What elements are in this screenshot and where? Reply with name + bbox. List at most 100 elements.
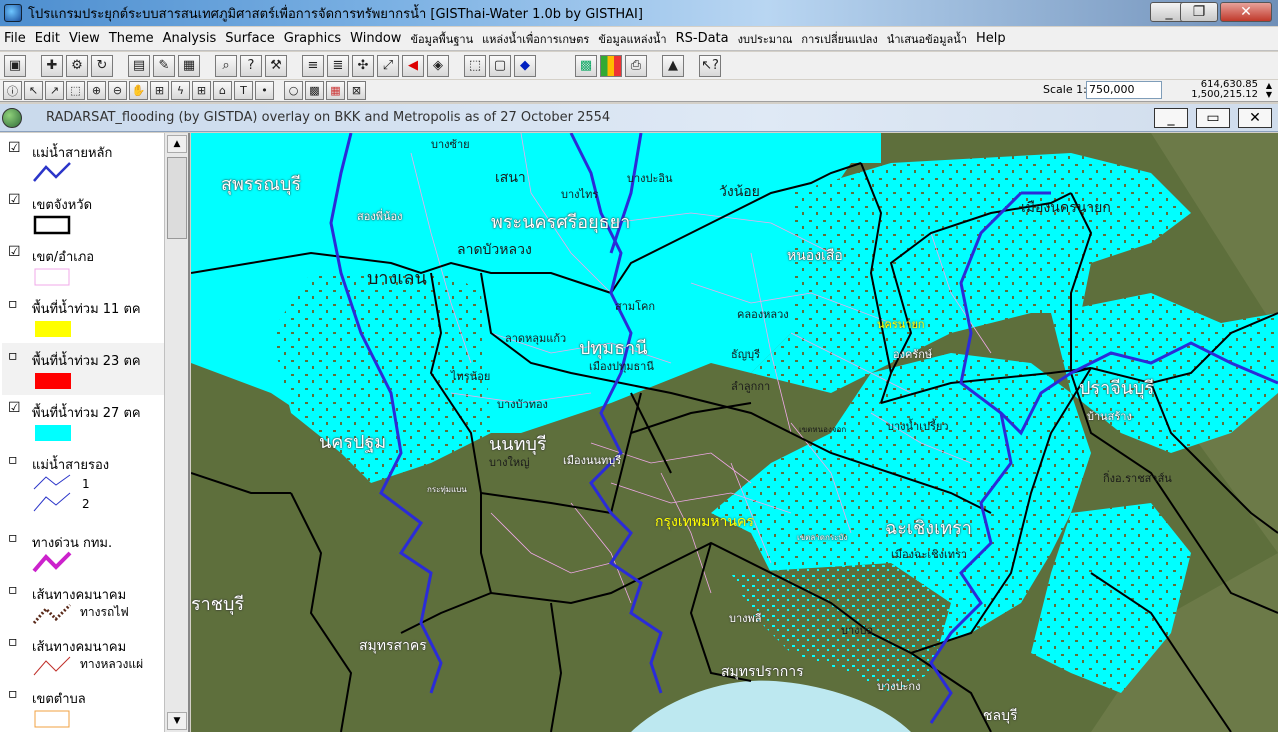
coord-spinner-icon[interactable]: ▲ ▼ (1266, 81, 1272, 99)
legend-list: ☑ แม่น้ำสายหลัก ☑ เขตจังหวัด ☑ เขต/อำเภอ… (2, 135, 164, 732)
calculator-icon[interactable]: ▦ (178, 54, 200, 77)
select-all-icon[interactable]: ⬚ (464, 54, 486, 77)
checkbox-flood-23[interactable]: ▫ (8, 349, 22, 363)
legend-item-minor-river[interactable]: ▫ แม่น้ำสายรอง 1 2 (2, 447, 164, 525)
legend-label: ทางด่วน กทม. (32, 536, 113, 551)
clear-selection-icon[interactable]: ▢ (489, 54, 511, 77)
menu-theme[interactable]: Theme (109, 31, 154, 46)
legend-item-railway[interactable]: ▫ เส้นทางคมนาคม ทางรถไฟ (2, 577, 164, 629)
legend-item-highway[interactable]: ▫ เส้นทางคมนาคม ทางหลวงแผ่ (2, 629, 164, 681)
checkbox-subdistrict[interactable]: ▫ (8, 687, 22, 701)
close-button[interactable]: ✕ (1220, 2, 1272, 22)
print-icon[interactable]: ⎙ (625, 54, 647, 77)
checkbox-district[interactable]: ☑ (8, 245, 22, 259)
checkbox-highway[interactable]: ▫ (8, 635, 22, 649)
label-mueang-nonthaburi: เมืองนนทบุรี (563, 454, 622, 467)
checkbox-main-river[interactable]: ☑ (8, 141, 22, 155)
info-icon[interactable]: ⓘ (3, 81, 22, 100)
zoom-extent-icon[interactable]: ⤢ (377, 54, 399, 77)
menu-budget[interactable]: งบประมาณ (738, 30, 793, 48)
palette-icon[interactable]: ▦ (326, 81, 345, 100)
checkbox-flood-27[interactable]: ☑ (8, 401, 22, 415)
label-lat-krabang: เขตลาดกระบัง (797, 533, 848, 542)
doc-maximize-button[interactable]: ▭ (1196, 108, 1230, 128)
circle-icon[interactable]: ○ (284, 81, 303, 100)
legend-item-flood-23[interactable]: ▫ พื้นที่น้ำท่วม 23 ตค (2, 343, 164, 395)
table-icon[interactable]: ▤ (128, 54, 150, 77)
select-box-icon[interactable]: ⬚ (66, 81, 85, 100)
save-icon[interactable]: ▣ (4, 54, 26, 77)
image-icon[interactable]: ▩ (305, 81, 324, 100)
north-arrow-icon[interactable]: ▲ (662, 54, 684, 77)
legend-color-icon[interactable] (600, 54, 622, 77)
menu-view[interactable]: View (69, 31, 100, 46)
scroll-up-icon[interactable]: ▲ (167, 135, 187, 153)
menu-edit[interactable]: Edit (35, 31, 60, 46)
menu-surface[interactable]: Surface (225, 31, 275, 46)
legend-item-flood-27[interactable]: ☑ พื้นที่น้ำท่วม 27 ตค (2, 395, 164, 447)
legend-item-expressway[interactable]: ▫ ทางด่วน กทม. (2, 525, 164, 577)
label-bang-phli: บางพลี (729, 612, 762, 625)
properties-icon[interactable]: ⚙ (66, 54, 88, 77)
text-icon[interactable]: T (234, 81, 253, 100)
snap-icon[interactable]: ⊠ (347, 81, 366, 100)
layer-edit2-icon[interactable]: ≣ (327, 54, 349, 77)
map-theme-icon[interactable]: ▩ (575, 54, 597, 77)
checkbox-province[interactable]: ☑ (8, 193, 22, 207)
label-mueang-pathum: เมืองปทุมธานี (589, 360, 654, 373)
edit-icon[interactable]: ✎ (153, 54, 175, 77)
hammer-icon[interactable]: ⚒ (265, 54, 287, 77)
menu-graphics[interactable]: Graphics (284, 31, 341, 46)
legend-item-main-river[interactable]: ☑ แม่น้ำสายหลัก (2, 135, 164, 187)
document-title-bar[interactable]: RADARSAT_flooding (by GISTDA) overlay on… (0, 104, 1278, 132)
legend-item-district[interactable]: ☑ เขต/อำเภอ (2, 239, 164, 291)
menu-present-water[interactable]: นำเสนอข้อมูลน้ำ (887, 30, 967, 48)
hotlink-icon[interactable]: ϟ (171, 81, 190, 100)
menu-base-data[interactable]: ข้อมูลพื้นฐาน (410, 30, 473, 48)
legend-item-flood-11[interactable]: ▫ พื้นที่น้ำท่วม 11 ตค (2, 291, 164, 343)
refresh-icon[interactable]: ↻ (91, 54, 113, 77)
vertex-pointer-icon[interactable]: ↗ (45, 81, 64, 100)
grid-icon[interactable]: ⊞ (192, 81, 211, 100)
checkbox-flood-11[interactable]: ▫ (8, 297, 22, 311)
doc-minimize-button[interactable]: _ (1154, 108, 1188, 128)
menu-agri-water[interactable]: แหล่งน้ำเพื่อการเกษตร (482, 30, 589, 48)
menu-file[interactable]: File (4, 31, 26, 46)
add-layer-icon[interactable]: ✚ (41, 54, 63, 77)
menu-analysis[interactable]: Analysis (163, 31, 217, 46)
menu-water-source[interactable]: ข้อมูลแหล่งน้ำ (598, 30, 666, 48)
scroll-down-icon[interactable]: ▼ (167, 712, 187, 730)
map-view[interactable]: สุพรรณบุรี พระนครศรีอยุธยา เมืองนครนายก … (191, 133, 1278, 732)
legend-scrollbar[interactable]: ▲ ▼ (164, 133, 188, 732)
label-lat-lum-kaeo: ลาดหลุมแก้ว (505, 332, 567, 345)
checkbox-minor-river[interactable]: ▫ (8, 453, 22, 467)
checkbox-railway[interactable]: ▫ (8, 583, 22, 597)
scroll-thumb[interactable] (167, 157, 187, 239)
blue-diamond-icon[interactable]: ◆ (514, 54, 536, 77)
find-icon[interactable]: ⌕ (215, 54, 237, 77)
legend-item-subdistrict[interactable]: ▫ เขตตำบล (2, 681, 164, 732)
pointer-icon[interactable]: ↖ (24, 81, 43, 100)
restore-button[interactable]: ❐ (1180, 2, 1218, 22)
pan-hand-icon[interactable]: ✋ (129, 81, 148, 100)
title-bar[interactable]: โปรแกรมประยุกต์ระบบสารสนเทศภูมิศาสตร์เพื… (0, 0, 1278, 26)
select-features-icon[interactable]: ✣ (352, 54, 374, 77)
doc-close-button[interactable]: ✕ (1238, 108, 1272, 128)
label-icon[interactable]: ⌂ (213, 81, 232, 100)
checkbox-expressway[interactable]: ▫ (8, 531, 22, 545)
layer-edit-icon[interactable]: ≡ (302, 54, 324, 77)
menu-rs-data[interactable]: RS-Data (676, 31, 729, 46)
menu-window[interactable]: Window (350, 31, 401, 46)
forward-icon[interactable]: ◈ (427, 54, 449, 77)
query-icon[interactable]: ? (240, 54, 262, 77)
back-arrow-icon[interactable]: ◀ (402, 54, 424, 77)
zoom-in-icon[interactable]: ⊕ (87, 81, 106, 100)
menu-change[interactable]: การเปลี่ยนแปลง (801, 30, 877, 48)
legend-item-province[interactable]: ☑ เขตจังหวัด (2, 187, 164, 239)
menu-help[interactable]: Help (976, 31, 1006, 46)
point-icon[interactable]: • (255, 81, 274, 100)
help-cursor-icon[interactable]: ↖? (699, 54, 721, 77)
measure-icon[interactable]: ⊞ (150, 81, 169, 100)
zoom-out-icon[interactable]: ⊖ (108, 81, 127, 100)
scale-input[interactable]: 750,000 (1086, 81, 1162, 99)
